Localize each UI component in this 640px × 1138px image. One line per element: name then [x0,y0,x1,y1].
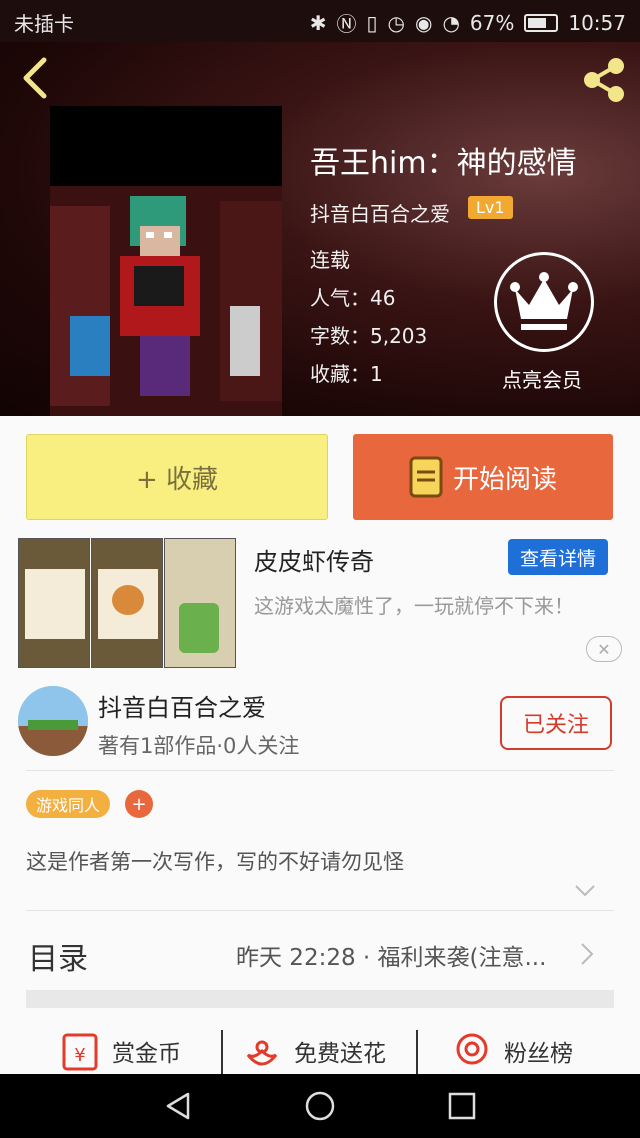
bluetooth-icon: ✱ [309,10,327,35]
ad-title[interactable]: 皮皮虾传奇 [254,542,374,577]
alarm-icon: ◷ [387,10,405,35]
chevron-down-icon[interactable] [574,884,596,898]
divider [26,770,614,771]
ad-images[interactable] [18,538,236,668]
toc-label[interactable]: 目录 [28,934,88,978]
start-reading-label: 开始阅读 [452,464,557,495]
wifi-icon: ◔ [442,10,460,35]
nav-recents-icon[interactable] [446,1090,478,1122]
medal-icon [456,1033,488,1065]
book-icon [409,456,443,498]
red-envelope-icon: ¥ [62,1033,98,1071]
eye-icon: ◉ [415,10,433,35]
share-icon[interactable] [578,54,630,106]
member-crown-button[interactable] [494,252,594,352]
divider [416,1030,418,1074]
fans-ranking-label: 粉丝榜 [504,1041,573,1067]
reward-coins-button[interactable]: ¥ 赏金币 [58,1028,181,1074]
divider [26,910,614,911]
add-tag-button[interactable]: + [125,790,153,818]
book-cover [50,106,282,416]
synopsis: 这是作者第一次写作，写的不好请勿见怪 [26,850,404,874]
vibrate-icon: ▯ [366,10,378,35]
back-icon[interactable] [16,56,56,100]
word-count-stat: 字数：5,203 [310,324,428,348]
follow-button[interactable]: 已关注 [500,696,612,750]
start-reading-button[interactable]: 开始阅读 [353,434,613,520]
ad-thumbnail [91,538,163,668]
chevron-right-icon[interactable] [580,942,594,966]
battery-icon [524,13,559,32]
popularity-stat: 人气：46 [310,286,396,310]
crown-icon [510,272,578,330]
member-label: 点亮会员 [502,368,582,392]
favorites-stat: 收藏：1 [310,362,383,386]
section-strip [26,990,614,1008]
battery-percent: 67% [469,10,515,35]
tag-chip[interactable]: 游戏同人 [26,790,111,818]
author-name[interactable]: 抖音白百合之爱 [310,198,450,227]
card-author-name[interactable]: 抖音白百合之爱 [98,688,266,723]
ad-thumbnail [164,538,236,668]
cover-art [50,106,282,416]
divider [221,1030,223,1074]
author-stats: 著有1部作品·0人关注 [98,734,300,758]
author-avatar[interactable] [18,686,88,756]
book-title: 吾王him：神的感情 [310,146,577,181]
flower-icon [246,1040,278,1066]
ad-close-icon[interactable]: ✕ [586,636,622,662]
status-bar: 未插卡 ✱ Ⓝ ▯ ◷ ◉ ◔ 67% 10:57 [0,0,640,42]
ad-thumbnail [18,538,90,668]
send-flowers-button[interactable]: 免费送花 [240,1028,386,1074]
reward-coins-label: 赏金币 [112,1041,181,1067]
nfc-icon: Ⓝ [336,12,357,36]
nav-back-icon[interactable] [162,1090,194,1122]
level-badge: Lv1 [468,196,513,219]
clock: 10:57 [568,10,626,35]
avatar-image [18,686,88,756]
system-nav-bar [0,1074,640,1138]
toc-latest-chapter[interactable]: 昨天 22:28 · 福利来袭(注意... [236,938,576,972]
svg-text:¥: ¥ [74,1045,85,1066]
book-header: 吾王him：神的感情 抖音白百合之爱 Lv1 连载 人气：46 字数：5,203… [0,42,640,416]
carrier-label: 未插卡 [14,12,74,36]
fans-ranking-button[interactable]: 粉丝榜 [450,1028,573,1074]
nav-home-icon[interactable] [304,1090,336,1122]
collect-button[interactable]: + 收藏 [26,434,328,520]
send-flowers-label: 免费送花 [294,1041,386,1067]
serial-status: 连载 [310,248,350,272]
ad-description: 这游戏太魔性了，一玩就停不下来！ [254,594,574,618]
status-icons: ✱ Ⓝ ▯ ◷ ◉ ◔ 67% 10:57 [310,8,626,37]
ad-detail-button[interactable]: 查看详情 [508,539,608,575]
